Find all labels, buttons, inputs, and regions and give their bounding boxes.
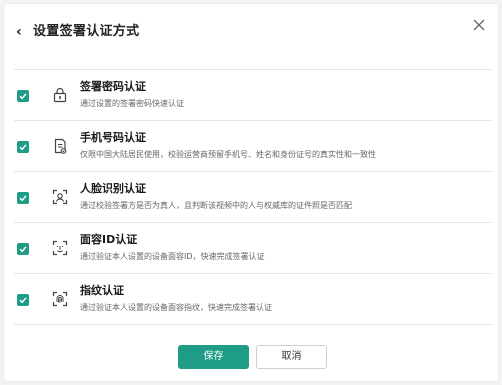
option-desc: 通过验证本人设置的设备面容ID，快速完成签署认证 xyxy=(80,252,265,261)
close-icon[interactable] xyxy=(471,17,487,33)
dialog-title: 设置签署认证方式 xyxy=(33,24,140,39)
auth-option-list: 签署密码认证 通过设置的签署密码快速认证 手机号码认证 仅限中国大陆居民使用，校… xyxy=(14,69,492,325)
option-title: 人脸识别认证 xyxy=(80,182,146,195)
fingerprint-icon xyxy=(50,289,70,309)
option-title: 面容ID认证 xyxy=(80,233,138,246)
option-fingerprint[interactable]: 指纹认证 通过验证本人设置的设备面容指纹，快速完成签署认证 xyxy=(14,273,492,325)
checkbox-password[interactable] xyxy=(17,90,29,102)
option-desc: 通过设置的签署密码快速认证 xyxy=(80,99,184,108)
lock-icon xyxy=(50,85,70,105)
back-button[interactable]: ‹ xyxy=(16,24,30,40)
checkbox-phone[interactable] xyxy=(17,141,29,153)
dialog-header: ‹ 设置签署认证方式 xyxy=(4,4,498,58)
option-title: 指纹认证 xyxy=(80,284,124,297)
face-id-icon xyxy=(50,238,70,258)
option-title: 签署密码认证 xyxy=(80,80,146,93)
option-phone[interactable]: 手机号码认证 仅限中国大陆居民使用，校验运营商预留手机号、姓名和身份证号的真实性… xyxy=(14,120,492,171)
checkbox-face-recognition[interactable] xyxy=(17,192,29,204)
cancel-button[interactable]: 取消 xyxy=(256,345,327,369)
option-title: 手机号码认证 xyxy=(80,131,146,144)
checkbox-fingerprint[interactable] xyxy=(17,294,29,306)
dialog-footer: 保存 取消 xyxy=(4,342,498,372)
option-password[interactable]: 签署密码认证 通过设置的签署密码快速认证 xyxy=(14,69,492,120)
option-desc: 通过校验签署方是否为真人，且判断该视频中的人与权威库的证件照是否匹配 xyxy=(80,201,352,210)
save-button[interactable]: 保存 xyxy=(178,345,249,369)
option-face-recognition[interactable]: 人脸识别认证 通过校验签署方是否为真人，且判断该视频中的人与权威库的证件照是否匹… xyxy=(14,171,492,222)
option-desc: 通过验证本人设置的设备面容指纹，快速完成签署认证 xyxy=(80,303,272,312)
checkbox-face-id[interactable] xyxy=(17,243,29,255)
option-face-id[interactable]: 面容ID认证 通过验证本人设置的设备面容ID，快速完成签署认证 xyxy=(14,222,492,273)
face-scan-icon xyxy=(50,187,70,207)
auth-method-dialog: ‹ 设置签署认证方式 签署密码认证 通过设置的签署密码快速认证 手机号码认证 仅… xyxy=(3,3,499,382)
option-desc: 仅限中国大陆居民使用，校验运营商预留手机号、姓名和身份证号的真实性和一致性 xyxy=(80,150,376,159)
phone-doc-icon xyxy=(50,136,70,156)
